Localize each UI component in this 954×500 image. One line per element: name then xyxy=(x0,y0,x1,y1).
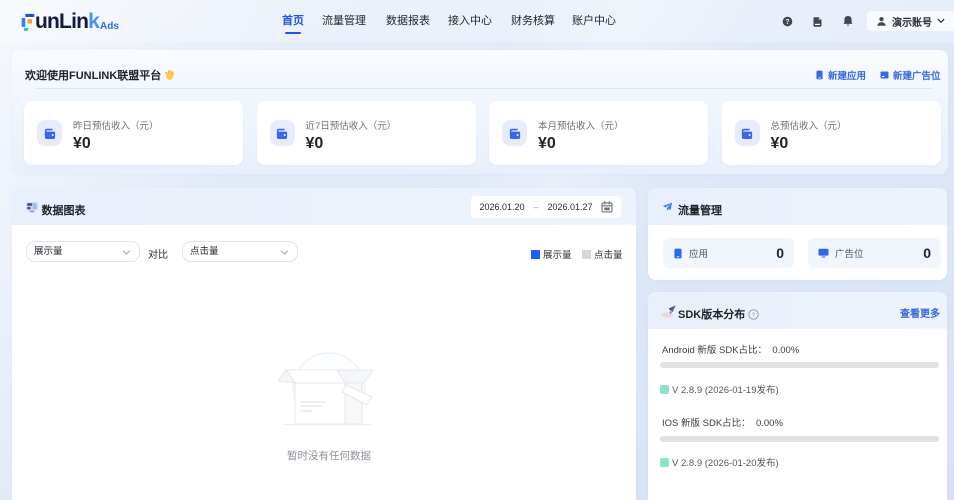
svg-text:?: ? xyxy=(785,19,789,26)
svg-text:?: ? xyxy=(752,312,756,319)
